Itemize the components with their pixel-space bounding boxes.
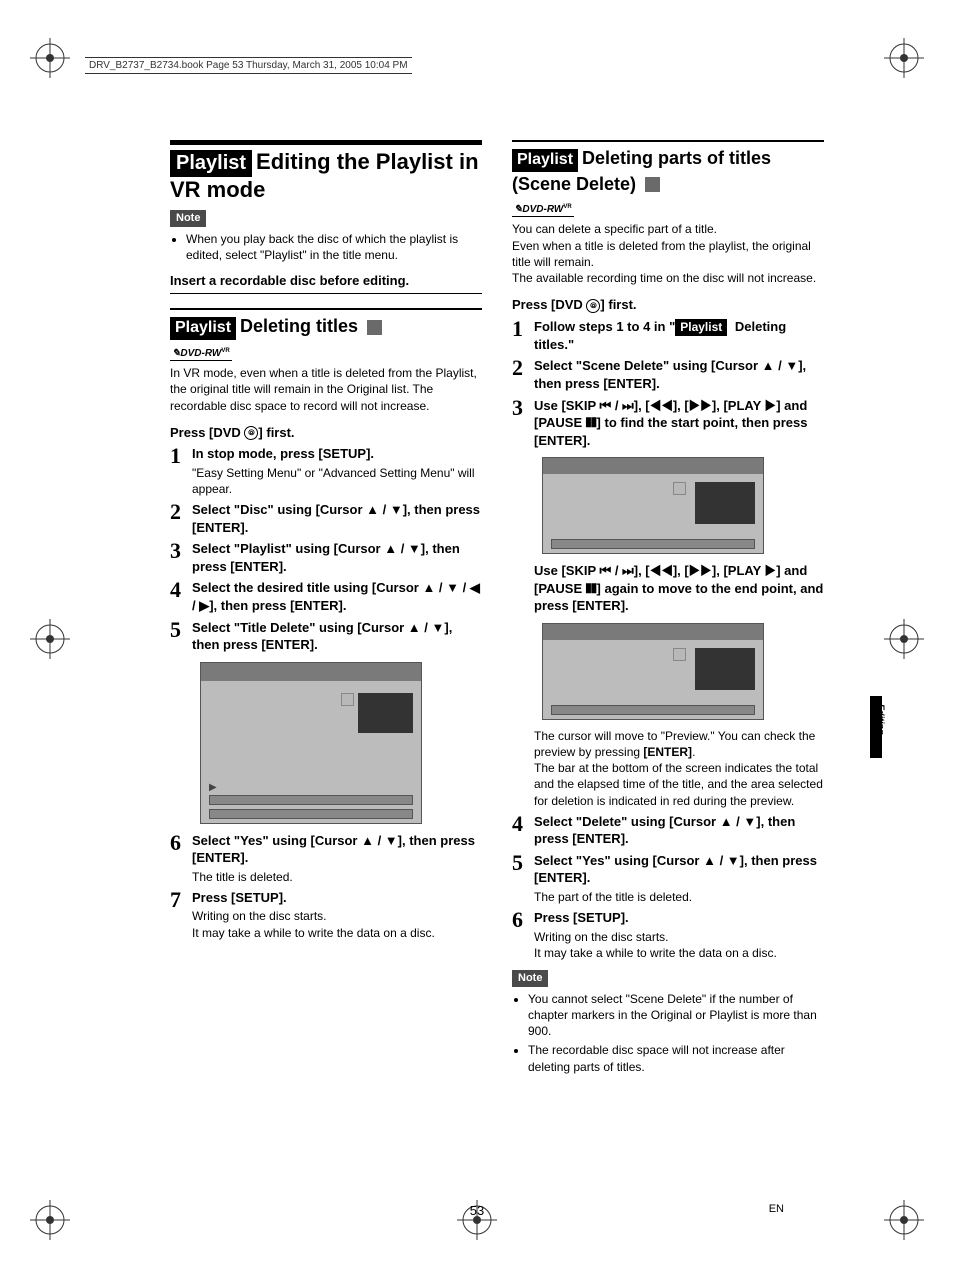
intro-text: Even when a title is deleted from the pl… <box>512 238 824 270</box>
scene-end-screenshot <box>542 623 764 720</box>
playlist-badge: Playlist <box>675 319 727 336</box>
step: 3 Use [SKIP ⏮ / ⏭], [◀◀], [▶▶], [PLAY ▶]… <box>512 397 824 450</box>
right-column: PlaylistDeleting parts of titles (Scene … <box>512 140 824 1083</box>
step: 6 Press [SETUP]. Writing on the disc sta… <box>512 909 824 961</box>
sub-title-text: Deleting titles <box>240 316 358 336</box>
step-number: 7 <box>170 889 192 911</box>
step: 2 Select "Scene Delete" using [Cursor ▲ … <box>512 357 824 392</box>
media-badge: ✎DVD-RWVR <box>512 203 574 218</box>
sub-title: PlaylistDeleting parts of titles (Scene … <box>512 140 824 196</box>
step: 4 Select "Delete" using [Cursor ▲ / ▼], … <box>512 813 824 848</box>
scene-icon <box>645 177 660 192</box>
registration-mark-icon <box>30 38 70 78</box>
step-number: 3 <box>170 540 192 562</box>
left-column: PlaylistEditing the Playlist in VR mode … <box>170 140 482 1083</box>
note-badge: Note <box>512 970 548 987</box>
step-sub: The title is deleted. <box>192 869 482 885</box>
step-head: Use [SKIP ⏮ / ⏭], [◀◀], [▶▶], [PLAY ▶] a… <box>534 397 824 450</box>
step-sub: Writing on the disc starts. It may take … <box>534 929 824 961</box>
insert-disc-instruction: Insert a recordable disc before editing. <box>170 272 482 290</box>
registration-mark-icon <box>884 619 924 659</box>
press-dvd-instruction: Press [DVD ⦾] first. <box>512 296 824 314</box>
note-item: You cannot select "Scene Delete" if the … <box>528 991 824 1040</box>
note-list: When you play back the disc of which the… <box>170 231 482 263</box>
step-head: Select "Title Delete" using [Cursor ▲ / … <box>192 619 482 654</box>
note-badge: Note <box>170 210 206 227</box>
step-number: 1 <box>512 318 534 340</box>
note-item: When you play back the disc of which the… <box>186 231 482 263</box>
step: 1 Follow steps 1 to 4 in "Playlist Delet… <box>512 318 824 354</box>
registration-mark-icon <box>30 619 70 659</box>
step: 5 Select "Yes" using [Cursor ▲ / ▼], the… <box>512 852 824 905</box>
step: 1 In stop mode, press [SETUP]. "Easy Set… <box>170 445 482 497</box>
step-head: Select "Yes" using [Cursor ▲ / ▼], then … <box>534 852 824 887</box>
step-head: In stop mode, press [SETUP]. <box>192 445 482 463</box>
step-number: 5 <box>512 852 534 874</box>
step: 2 Select "Disc" using [Cursor ▲ / ▼], th… <box>170 501 482 536</box>
step-head: Select the desired title using [Cursor ▲… <box>192 579 482 614</box>
header-line: DRV_B2737_B2734.book Page 53 Thursday, M… <box>85 57 412 74</box>
step-head: Select "Disc" using [Cursor ▲ / ▼], then… <box>192 501 482 536</box>
playlist-badge: Playlist <box>170 150 252 177</box>
step: 7 Press [SETUP]. Writing on the disc sta… <box>170 889 482 941</box>
note-list: You cannot select "Scene Delete" if the … <box>512 991 824 1075</box>
section-tab: Editing <box>870 696 882 758</box>
step-number: 5 <box>170 619 192 641</box>
intro-text: You can delete a specific part of a titl… <box>512 221 824 237</box>
vrmode-explain: In VR mode, even when a title is deleted… <box>170 365 482 414</box>
registration-mark-icon <box>884 38 924 78</box>
step: 4 Select the desired title using [Cursor… <box>170 579 482 614</box>
step-number: 4 <box>512 813 534 835</box>
post-text: The cursor will move to "Preview." You c… <box>534 728 824 760</box>
scene-start-screenshot <box>542 457 764 554</box>
intro-text: The available recording time on the disc… <box>512 270 824 286</box>
step-number: 1 <box>170 445 192 467</box>
playlist-badge: Playlist <box>512 149 578 172</box>
step-number: 2 <box>170 501 192 523</box>
step-sub: The part of the title is deleted. <box>534 889 824 905</box>
step-head: Press [SETUP]. <box>534 909 824 927</box>
step-head: Select "Yes" using [Cursor ▲ / ▼], then … <box>192 832 482 867</box>
playlist-badge: Playlist <box>170 317 236 340</box>
step-head: Select "Delete" using [Cursor ▲ / ▼], th… <box>534 813 824 848</box>
step-number: 3 <box>512 397 534 419</box>
press-dvd-instruction: Press [DVD ⦾] first. <box>170 424 482 442</box>
title-delete-screenshot: ▶ <box>200 662 422 824</box>
mid-instruction: Use [SKIP ⏮ / ⏭], [◀◀], [▶▶], [PLAY ▶] a… <box>534 562 824 615</box>
main-title: PlaylistEditing the Playlist in VR mode <box>170 140 482 203</box>
step-sub: Writing on the disc starts. It may take … <box>192 908 482 940</box>
step-number: 2 <box>512 357 534 379</box>
page-number: 53 <box>470 1203 484 1218</box>
post-text: The bar at the bottom of the screen indi… <box>534 760 824 809</box>
note-item: The recordable disc space will not incre… <box>528 1042 824 1074</box>
section-tab-label: Editing <box>876 704 886 735</box>
step-number: 6 <box>512 909 534 931</box>
step-sub: "Easy Setting Menu" or "Advanced Setting… <box>192 465 482 497</box>
step-number: 4 <box>170 579 192 601</box>
step: 5 Select "Title Delete" using [Cursor ▲ … <box>170 619 482 654</box>
dvd-button-icon: ⦾ <box>244 426 258 440</box>
step: 3 Select "Playlist" using [Cursor ▲ / ▼]… <box>170 540 482 575</box>
dvd-button-icon: ⦾ <box>586 299 600 313</box>
step-number: 6 <box>170 832 192 854</box>
step-head: Select "Scene Delete" using [Cursor ▲ / … <box>534 357 824 392</box>
step-head: Follow steps 1 to 4 in "Playlist Deletin… <box>534 318 824 354</box>
scene-icon <box>367 320 382 335</box>
step-head: Select "Playlist" using [Cursor ▲ / ▼], … <box>192 540 482 575</box>
step-head: Press [SETUP]. <box>192 889 482 907</box>
step: 6 Select "Yes" using [Cursor ▲ / ▼], the… <box>170 832 482 885</box>
page-language: EN <box>769 1203 784 1215</box>
page-footer: 53 EN <box>0 1203 954 1218</box>
manual-page: DRV_B2737_B2734.book Page 53 Thursday, M… <box>0 0 954 1278</box>
media-badge: ✎DVD-RWVR <box>170 347 232 362</box>
sub-title: PlaylistDeleting titles <box>170 308 482 340</box>
